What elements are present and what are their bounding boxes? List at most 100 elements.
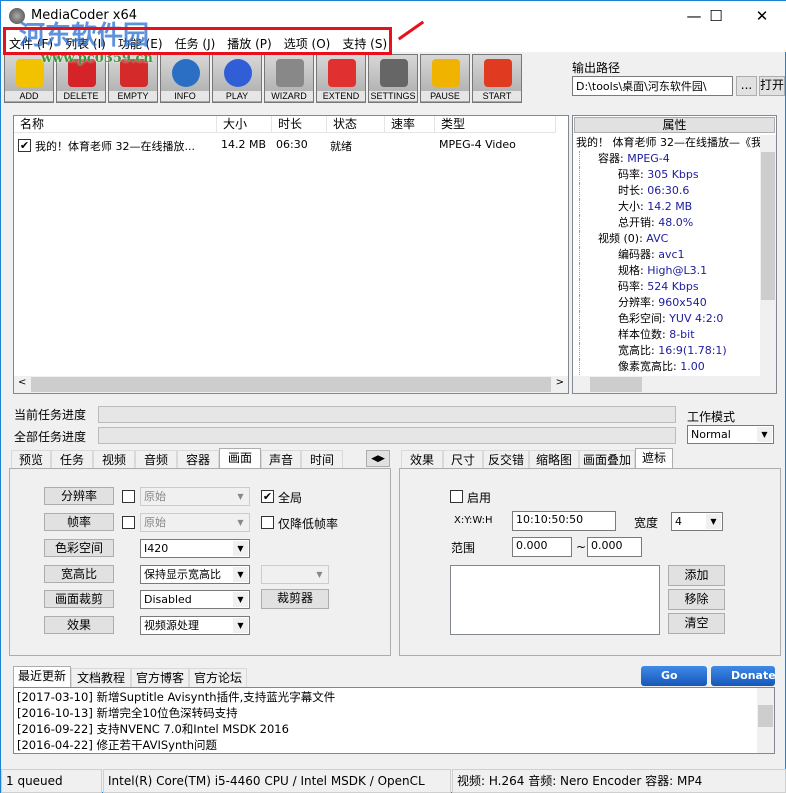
file-list[interactable]: 名称 大小 时长 状态 速率 类型 ✔ 我的！体育老师 32—在线播放... 14.2 M… [13, 115, 569, 394]
framerate-button[interactable]: 帧率 [44, 513, 114, 531]
aspect-select[interactable]: 保持显示宽高比 ▼ [140, 565, 250, 584]
info-button[interactable]: INFO [160, 54, 210, 103]
tab-4[interactable]: 画面叠加 [579, 450, 635, 470]
delogo-list[interactable] [450, 565, 660, 635]
tab-0[interactable]: 效果 [401, 450, 443, 470]
crop-value: Disabled [144, 593, 192, 606]
news-scrollbar[interactable] [757, 688, 774, 753]
donate-button[interactable]: Donate [711, 666, 776, 686]
toolbar-label: EXTEND [317, 91, 365, 101]
colorspace-button[interactable]: 色彩空间 [44, 539, 114, 557]
column-header[interactable]: 状态 [327, 116, 385, 133]
crop-button[interactable]: 画面裁剪 [44, 590, 114, 608]
properties-hscrollbar[interactable] [573, 376, 776, 393]
resolution-button[interactable]: 分辨率 [44, 487, 114, 505]
enable-checkbox[interactable] [450, 490, 463, 503]
aspect-extra-select[interactable]: ▼ [261, 565, 329, 584]
tab-3[interactable]: 音频 [135, 450, 177, 470]
table-row[interactable]: ✔ 我的！体育老师 32—在线播放... 14.2 MB 06:30 就绪 MP… [18, 138, 558, 154]
settings-button[interactable]: SETTINGS [368, 54, 418, 103]
column-header[interactable]: 时长 [272, 116, 327, 133]
status-hardware: Intel(R) Core(TM) i5-4460 CPU / Intel MS… [103, 769, 451, 793]
tab-1[interactable]: 任务 [51, 450, 93, 470]
xywh-input[interactable]: 10:10:50:50 [512, 511, 616, 531]
column-header[interactable]: 类型 [435, 116, 556, 133]
effect-button[interactable]: 效果 [44, 616, 114, 634]
file-size: 14.2 MB [221, 138, 267, 151]
news-item: [2016-04-22] 修正若干AVISynth问题 [17, 738, 218, 752]
column-header[interactable]: 大小 [217, 116, 272, 133]
maximize-button[interactable]: ☐ [693, 1, 739, 31]
framerate-checkbox[interactable] [122, 516, 135, 529]
play-button[interactable]: PLAY [212, 54, 262, 103]
row-checkbox[interactable]: ✔ [18, 139, 31, 152]
tab-0[interactable]: 预览 [11, 450, 51, 470]
news-item: [2016-09-22] 支持NVENC 7.0和Intel MSDK 2016 [17, 722, 289, 736]
add-button[interactable]: 添加 [668, 565, 725, 586]
property-value: AVC [646, 232, 669, 245]
tab-2[interactable]: 官方博客 [131, 668, 189, 688]
play-icon [224, 59, 252, 87]
work-mode-select[interactable]: Normal ▼ [687, 425, 774, 444]
crop-select[interactable]: Disabled ▼ [140, 590, 250, 609]
tab-7[interactable]: 时间 [301, 450, 343, 470]
property-value: 960x540 [658, 296, 707, 309]
effect-value: 视频源处理 [144, 619, 199, 632]
framerate-select[interactable]: 原始 ▼ [140, 513, 250, 532]
wizard-button[interactable]: WIZARD [264, 54, 314, 103]
properties-header: 属性 [574, 117, 775, 133]
tab-1[interactable]: 文档教程 [71, 668, 131, 688]
range-from-input[interactable]: 0.000 [512, 537, 572, 557]
property-item: 视频 (0): AVC [579, 231, 761, 247]
start-button[interactable]: START [472, 54, 522, 103]
tab-2[interactable]: 视频 [93, 450, 135, 470]
properties-panel[interactable]: 属性 我的！ 体育老师 32—在线播放—《我 容器: MPEG-4 码率: 305… [572, 115, 777, 394]
news-log[interactable]: [2017-03-10] 新增Suptitle Avisynth插件,支持蓝光字… [13, 687, 775, 754]
tab-5[interactable]: 画面 [219, 448, 261, 470]
output-path-input[interactable]: D:\tools\桌面\河东软件园\ [572, 76, 733, 96]
aspect-button[interactable]: 宽高比 [44, 565, 114, 583]
tab-6[interactable]: 声音 [261, 450, 301, 470]
pause-button[interactable]: PAUSE [420, 54, 470, 103]
tab-scroll-arrows[interactable]: ◀▶ [366, 450, 390, 467]
column-header[interactable]: 速率 [385, 116, 435, 133]
width-select[interactable]: 4 ▼ [671, 512, 723, 531]
horizontal-scrollbar[interactable]: < > [14, 376, 568, 393]
reduce-framerate-checkbox[interactable] [261, 516, 274, 529]
toolbar-label: PLAY [213, 91, 261, 101]
colorspace-select[interactable]: I420 ▼ [140, 539, 250, 558]
property-item: 码率: 305 Kbps [579, 167, 761, 183]
tab-1[interactable]: 尺寸 [443, 450, 483, 470]
delogo-panel: 启用 X:Y:W:H 10:10:50:50 宽度 4 ▼ 范围 0.000 ~ … [399, 468, 781, 656]
cropper-button[interactable]: 裁剪器 [261, 589, 329, 609]
tab-2[interactable]: 反交错 [483, 450, 529, 470]
property-key: 时长 [618, 184, 640, 197]
tab-5[interactable]: 遮标 [635, 448, 673, 470]
framerate-value: 原始 [144, 516, 166, 529]
resolution-select[interactable]: 原始 ▼ [140, 487, 250, 506]
tab-3[interactable]: 缩略图 [529, 450, 579, 470]
property-value: High@L3.1 [647, 264, 708, 277]
toolbar-label: INFO [161, 91, 209, 101]
property-key: 编码器 [618, 248, 651, 261]
close-button[interactable]: ✕ [739, 1, 785, 31]
clear-button[interactable]: 清空 [668, 613, 725, 634]
property-item: 分辨率: 960x540 [579, 295, 761, 311]
tab-3[interactable]: 官方论坛 [189, 668, 247, 688]
resolution-checkbox[interactable] [122, 490, 135, 503]
global-checkbox[interactable]: ✔ [261, 490, 274, 503]
property-item: 像素宽高比: 1.00 [579, 359, 761, 375]
extend-button[interactable]: EXTEND [316, 54, 366, 103]
tab-0[interactable]: 最近更新 [13, 666, 71, 688]
news-item: [2016-10-13] 新增完全10位色深转码支持 [17, 706, 238, 720]
effect-select[interactable]: 视频源处理 ▼ [140, 616, 250, 635]
range-to-input[interactable]: 0.000 [587, 537, 642, 557]
column-header[interactable]: 名称 [14, 116, 217, 133]
go-pro-button[interactable]: Go PRO [641, 666, 707, 702]
property-key: 容器 [598, 152, 620, 165]
open-button[interactable]: 打开 [759, 76, 785, 96]
browse-button[interactable]: ... [736, 76, 757, 96]
vertical-scrollbar[interactable] [760, 135, 776, 377]
remove-button[interactable]: 移除 [668, 589, 725, 610]
tab-4[interactable]: 容器 [177, 450, 219, 470]
